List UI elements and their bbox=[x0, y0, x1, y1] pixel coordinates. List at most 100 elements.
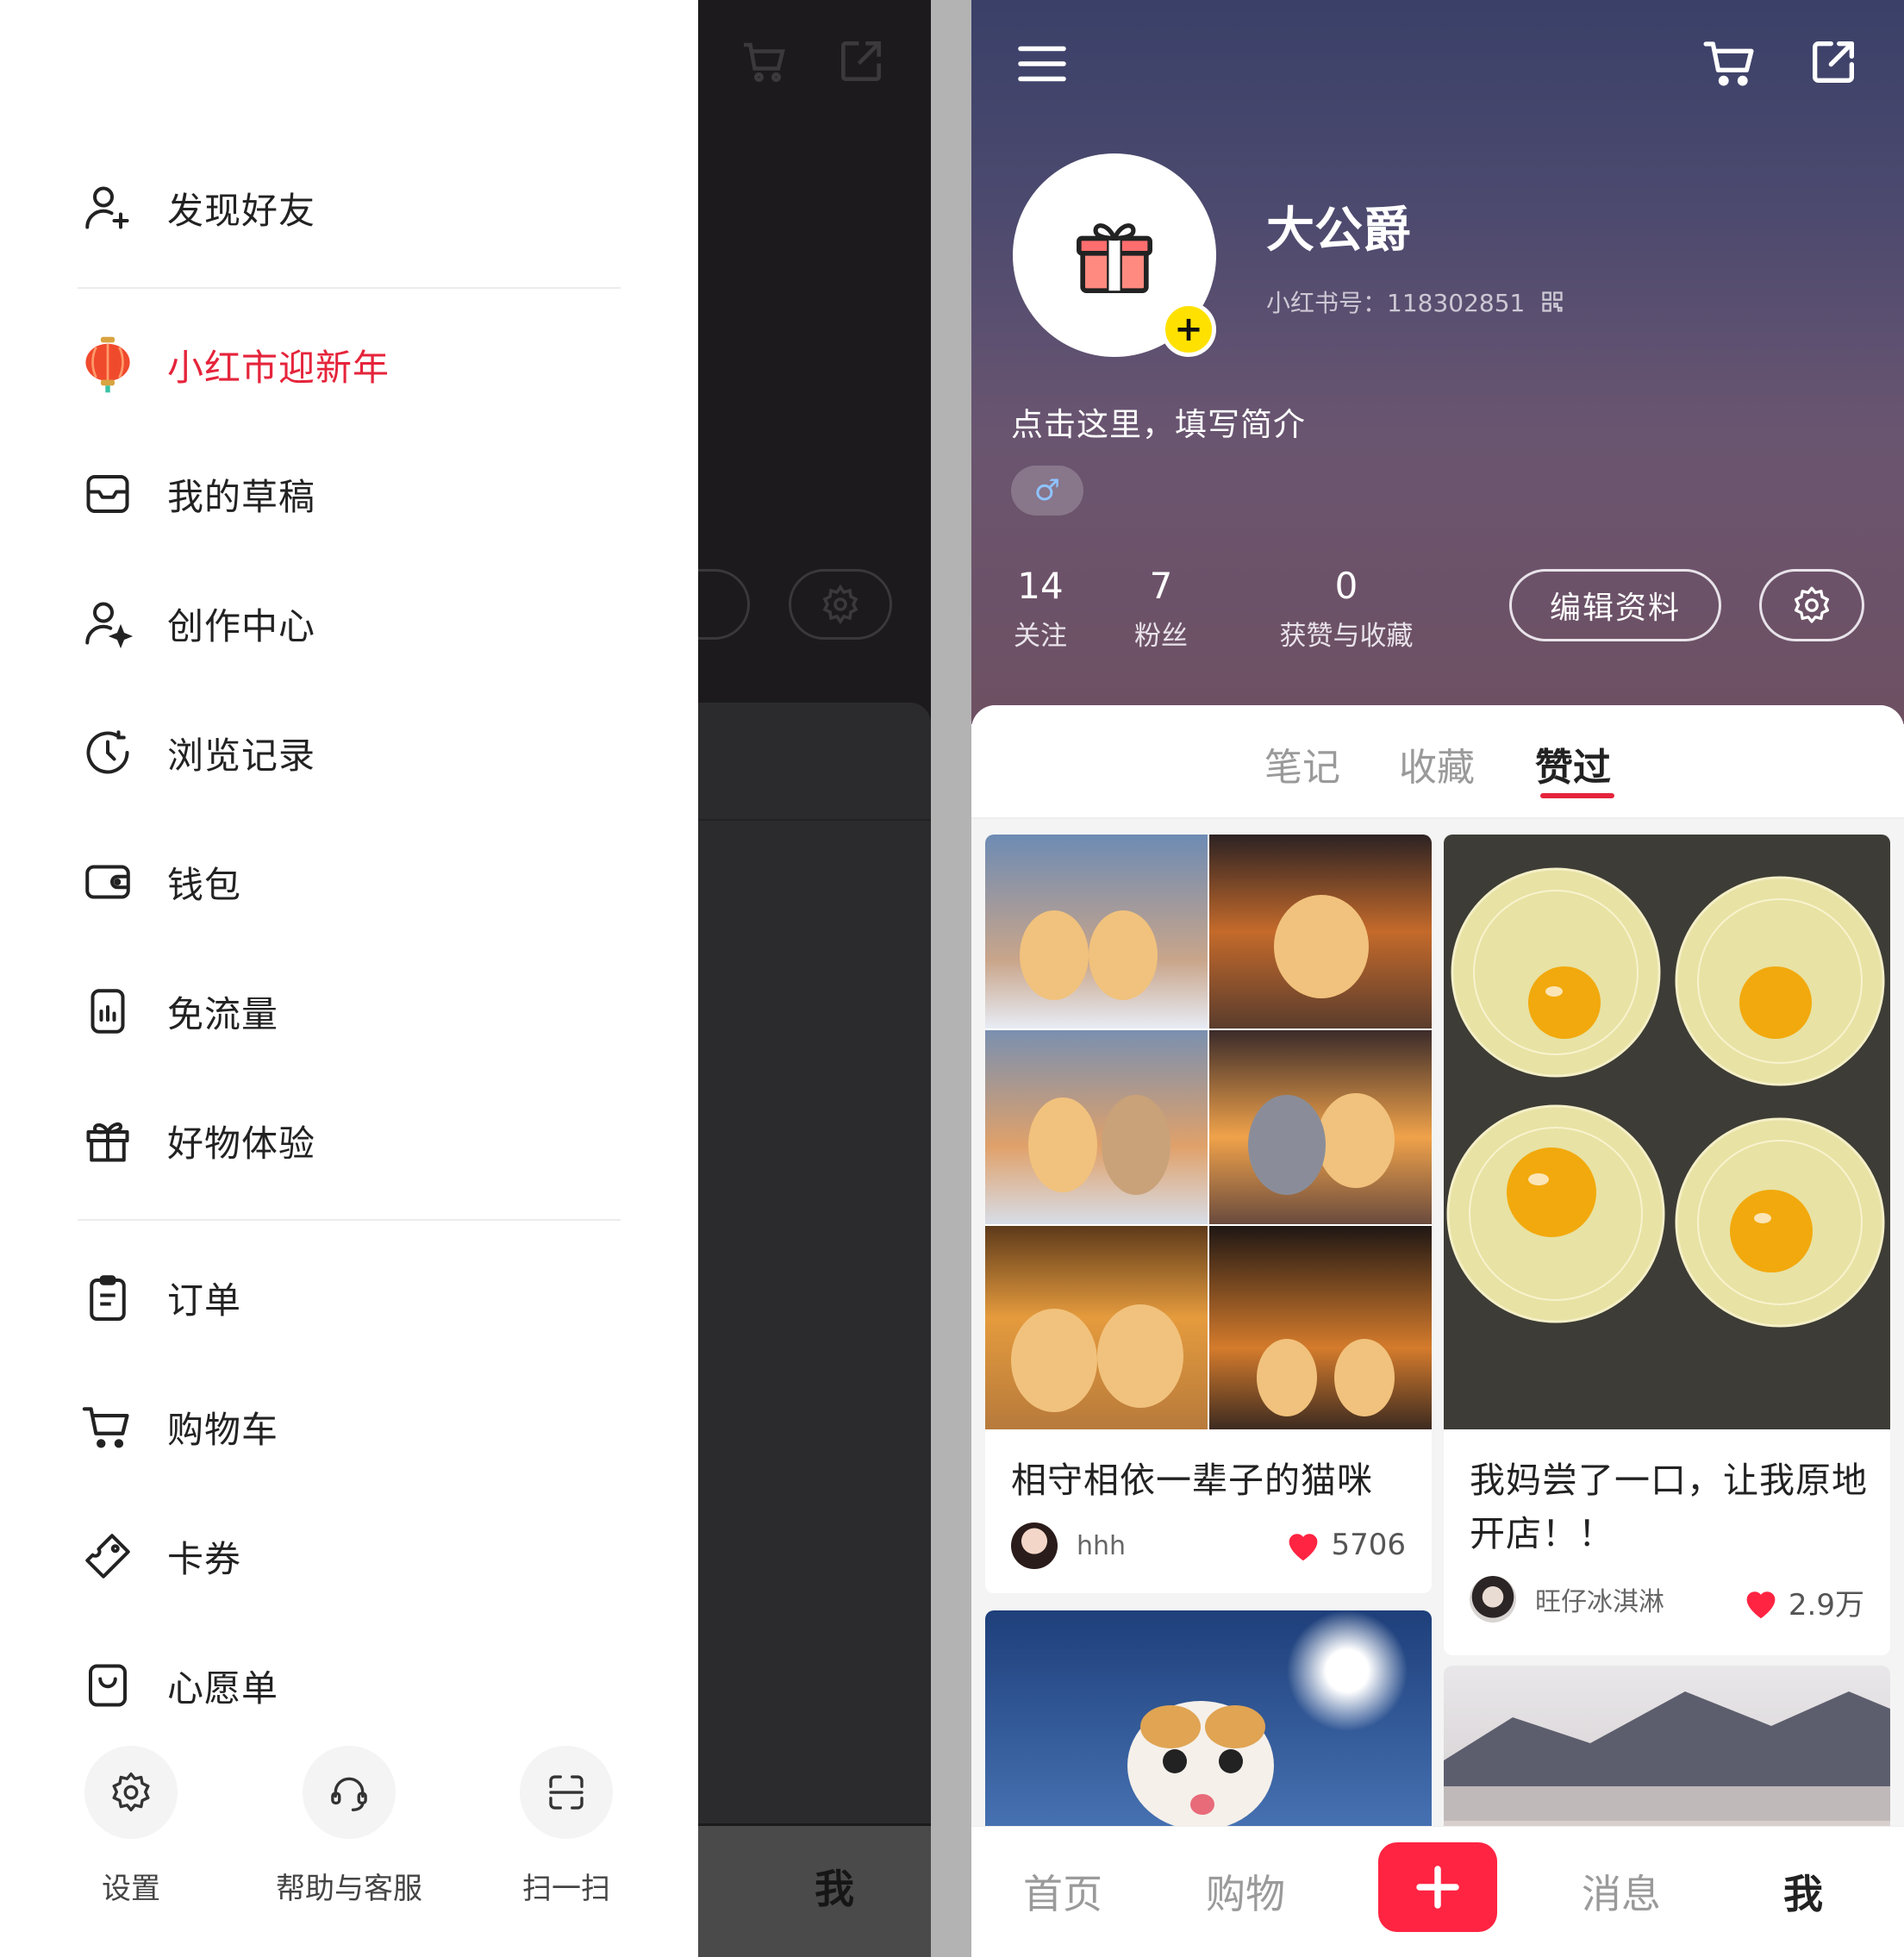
bottom-nav: 首页 购物 消息 我 bbox=[971, 1826, 1904, 1957]
menu-label: 我的草稿 bbox=[167, 475, 316, 518]
scan-icon bbox=[520, 1746, 613, 1839]
nav-messages[interactable]: 消息 bbox=[1582, 1863, 1661, 1920]
add-friend-icon bbox=[79, 179, 136, 236]
nav-home[interactable]: 首页 bbox=[1023, 1863, 1102, 1920]
note-author[interactable]: 旺仔冰淇淋 bbox=[1470, 1576, 1664, 1622]
note-cover-image bbox=[985, 835, 1432, 1429]
menu-drafts[interactable]: 我的草稿 bbox=[79, 447, 315, 541]
stat-likes-collects[interactable]: 0 获赞与收藏 bbox=[1247, 565, 1445, 653]
lantern-icon bbox=[79, 336, 136, 393]
post-button[interactable] bbox=[1378, 1842, 1497, 1932]
stat-label: 粉丝 bbox=[1134, 621, 1188, 652]
add-avatar-button[interactable]: + bbox=[1161, 302, 1216, 357]
user-id: 小红书号：118302851 bbox=[1266, 289, 1526, 317]
stat-label: 获赞与收藏 bbox=[1279, 621, 1414, 652]
menu-new-year-event[interactable]: 小红市迎新年 bbox=[79, 317, 390, 412]
nav-me[interactable]: 我 bbox=[1783, 1863, 1823, 1920]
menu-wallet[interactable]: 钱包 bbox=[79, 835, 241, 929]
author-avatar bbox=[1470, 1576, 1516, 1622]
menu-label: 钱包 bbox=[167, 863, 242, 906]
cart-icon[interactable] bbox=[1702, 34, 1759, 95]
menu-shopping-cart[interactable]: 购物车 bbox=[79, 1379, 278, 1474]
menu-label: 免流量 bbox=[167, 992, 279, 1035]
cart-icon bbox=[79, 1398, 136, 1455]
note-card[interactable]: 我妈尝了一口，让我原地开店！！ 旺仔冰淇淋 2.9万 bbox=[1444, 835, 1890, 1655]
tool-scan[interactable]: 扫一扫 bbox=[459, 1746, 674, 1907]
menu-divider bbox=[78, 287, 621, 289]
wallet-icon bbox=[79, 853, 136, 910]
side-drawer: 发现好友 小红市迎新年 我的草稿 创作中心 浏览记录 钱包 免流量 好物体验 订… bbox=[0, 0, 698, 1957]
menu-label: 小红市迎新年 bbox=[167, 346, 390, 389]
menu-history[interactable]: 浏览记录 bbox=[79, 705, 315, 800]
notes-content: 笔记 收藏 赞过 相守相依一辈子的猫咪 hhh 5706 我妈尝了一口，让我原地… bbox=[971, 705, 1904, 1957]
plus-icon bbox=[1416, 1866, 1459, 1909]
bio-prompt[interactable]: 点击这里，填写简介 bbox=[1011, 398, 1306, 445]
dim-nav-me: 我 bbox=[815, 1866, 854, 1912]
note-likes[interactable]: 5706 bbox=[1284, 1528, 1406, 1562]
note-cover-image bbox=[1444, 835, 1890, 1429]
nav-shop[interactable]: 购物 bbox=[1206, 1863, 1285, 1920]
tool-label: 扫一扫 bbox=[522, 1872, 610, 1906]
settings-button[interactable] bbox=[1759, 569, 1864, 641]
menu-product-trial[interactable]: 好物体验 bbox=[79, 1093, 315, 1188]
draft-box-icon bbox=[79, 466, 136, 522]
stat-label: 关注 bbox=[1014, 621, 1067, 652]
note-likes[interactable]: 2.9万 bbox=[1742, 1581, 1864, 1623]
stat-value: 7 bbox=[1149, 565, 1173, 607]
gift-avatar-icon bbox=[1077, 223, 1152, 293]
menu-free-data[interactable]: 免流量 bbox=[79, 964, 278, 1059]
dim-share-icon bbox=[834, 34, 888, 91]
data-free-icon bbox=[79, 983, 136, 1040]
stat-following[interactable]: 14 关注 bbox=[997, 565, 1083, 653]
menu-wishlist[interactable]: 心愿单 bbox=[79, 1638, 278, 1733]
stat-followers[interactable]: 7 粉丝 bbox=[1118, 565, 1204, 653]
profile-header: + 大公爵 小红书号：118302851 点击这里，填写简介 ♂ 14 关注 7… bbox=[971, 0, 1904, 724]
headset-icon bbox=[303, 1746, 396, 1839]
profile-tabs: 笔记 收藏 赞过 bbox=[971, 705, 1904, 819]
author-name: 旺仔冰淇淋 bbox=[1535, 1587, 1664, 1617]
tool-settings[interactable]: 设置 bbox=[23, 1746, 239, 1907]
tool-label: 设置 bbox=[102, 1872, 160, 1906]
gift-box-icon bbox=[79, 1112, 136, 1169]
note-title: 我妈尝了一口，让我原地开店！！ bbox=[1470, 1460, 1868, 1554]
tool-help[interactable]: 帮助与客服 bbox=[241, 1746, 457, 1907]
qr-code-icon[interactable] bbox=[1540, 290, 1564, 314]
note-title: 相守相依一辈子的猫咪 bbox=[1011, 1460, 1373, 1501]
menu-find-friends[interactable]: 发现好友 bbox=[79, 160, 315, 255]
tab-collections[interactable]: 收藏 bbox=[1399, 736, 1475, 791]
tool-label: 帮助与客服 bbox=[276, 1872, 422, 1906]
dim-cart-icon bbox=[740, 36, 791, 91]
menu-label: 心愿单 bbox=[167, 1666, 279, 1710]
user-id-row: 小红书号：118302851 bbox=[1266, 284, 1564, 319]
menu-orders[interactable]: 订单 bbox=[79, 1250, 241, 1345]
left-screen: 我 发现好友 小红市迎新年 我的草稿 创作中心 浏览记录 钱包 免流量 好物体验… bbox=[0, 0, 931, 1957]
author-avatar bbox=[1011, 1522, 1058, 1569]
nickname: 大公爵 bbox=[1266, 203, 1411, 259]
order-clipboard-icon bbox=[79, 1269, 136, 1326]
menu-label: 浏览记录 bbox=[167, 734, 316, 777]
menu-label: 创作中心 bbox=[167, 604, 316, 647]
heart-icon bbox=[1746, 1591, 1776, 1618]
like-count: 2.9万 bbox=[1788, 1588, 1864, 1622]
stat-value: 14 bbox=[1017, 565, 1064, 607]
active-tab-indicator bbox=[1540, 793, 1614, 798]
male-icon: ♂ bbox=[1033, 473, 1061, 508]
menu-hamburger-icon[interactable] bbox=[1016, 40, 1068, 91]
note-author[interactable]: hhh bbox=[1011, 1522, 1126, 1569]
note-card[interactable]: 相守相依一辈子的猫咪 hhh 5706 bbox=[985, 835, 1432, 1593]
settings-gear-icon bbox=[1795, 586, 1829, 623]
menu-creator-center[interactable]: 创作中心 bbox=[79, 576, 315, 671]
right-screen: + 大公爵 小红书号：118302851 点击这里，填写简介 ♂ 14 关注 7… bbox=[971, 0, 1904, 1957]
edit-profile-button[interactable]: 编辑资料 bbox=[1509, 569, 1721, 641]
menu-label: 发现好友 bbox=[167, 189, 316, 232]
creator-icon bbox=[79, 595, 136, 652]
menu-coupons[interactable]: 卡券 bbox=[79, 1509, 241, 1604]
tab-liked[interactable]: 赞过 bbox=[1535, 736, 1611, 791]
gender-badge: ♂ bbox=[1011, 466, 1083, 516]
share-icon[interactable] bbox=[1806, 34, 1861, 93]
menu-label: 购物车 bbox=[167, 1408, 279, 1451]
dim-gear-pill bbox=[789, 569, 892, 640]
heart-icon bbox=[1289, 1534, 1318, 1561]
like-count: 5706 bbox=[1331, 1528, 1406, 1562]
tab-notes[interactable]: 笔记 bbox=[1264, 736, 1340, 791]
